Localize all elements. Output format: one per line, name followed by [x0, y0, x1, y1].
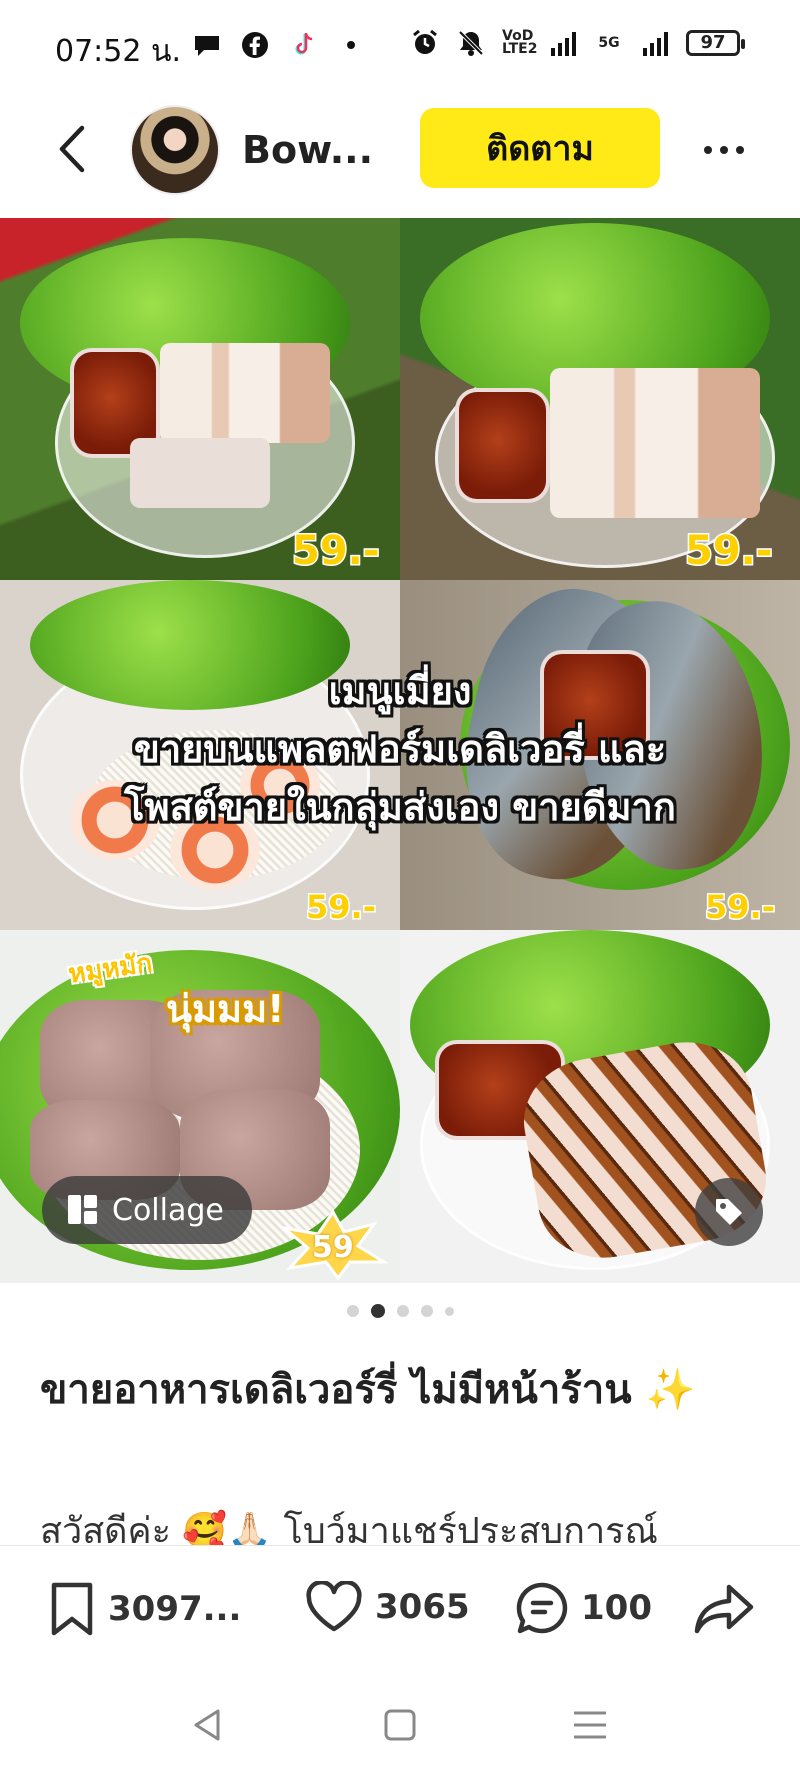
price-label: 59.-: [704, 887, 777, 928]
comment-icon: [516, 1582, 568, 1634]
save-button[interactable]: 3097...: [48, 1581, 241, 1637]
dot-icon: [347, 41, 355, 49]
sliced-pork: [550, 368, 760, 518]
heart-icon: [306, 1581, 362, 1632]
action-bar: 3097... 3065 100: [0, 1545, 800, 1675]
pagination-dot[interactable]: [396, 1305, 409, 1317]
carousel-pagination: [0, 1304, 800, 1318]
author-avatar[interactable]: [130, 105, 220, 195]
dipping-sauce: [455, 388, 550, 503]
share-icon: [694, 1584, 754, 1634]
nav-menu-icon[interactable]: [570, 1705, 610, 1745]
more-dot: [720, 146, 728, 154]
sliced-pork: [160, 343, 330, 443]
facebook-icon: [242, 32, 268, 58]
more-dot: [736, 146, 744, 154]
comment-button[interactable]: 100: [515, 1581, 652, 1635]
sticker-text-big: นุ่มมม!: [166, 987, 285, 1031]
author-name[interactable]: Bow...: [242, 128, 373, 172]
overlay-line: โพสต์ขายในกลุ่มส่งเอง ขายดีมาก: [124, 785, 676, 829]
like-count: 3065: [375, 1587, 470, 1627]
status-left-icons: [192, 30, 366, 60]
battery-icon: 97: [686, 30, 745, 56]
system-nav-bar: [0, 1675, 800, 1778]
star-price-badge: 59: [278, 1209, 390, 1281]
image-overlay-caption: เมนูเมี่ยง ขายบนแพลตฟอร์มเดลิเวอรี่ และ …: [0, 662, 800, 836]
pagination-dot[interactable]: [346, 1305, 359, 1317]
star-price-text: 59: [312, 1230, 354, 1265]
collage-label: Collage: [112, 1192, 224, 1228]
pagination-dot[interactable]: [444, 1306, 454, 1316]
overlay-line: ขายบนแพลตฟอร์มเดลิเวอรี่ และ: [133, 727, 667, 771]
chat-bubble-icon: [195, 36, 219, 56]
tiktok-icon: [295, 33, 313, 55]
status-right-icons: VoD LTE2 5G 97: [410, 28, 745, 58]
bookmark-icon: [51, 1582, 93, 1636]
signal-5g-icon: [643, 32, 668, 56]
food-photo-pork-1: [0, 218, 400, 580]
post-title: ขายอาหารเดลิเวอร์รี่ ไม่มีหน้าร้าน ✨: [40, 1367, 696, 1413]
share-button[interactable]: [693, 1581, 755, 1635]
more-options-button[interactable]: [704, 130, 750, 170]
collage-chip[interactable]: Collage: [42, 1176, 252, 1244]
post-body[interactable]: สวัสดีค่ะ 🥰🙏🏻 โบว์มาแชร์ประสบการณ์: [40, 1502, 780, 1546]
post-header: Bow... ติดตาม: [0, 100, 800, 200]
save-count: 3097...: [108, 1589, 242, 1629]
like-button[interactable]: 3065: [305, 1581, 470, 1633]
follow-button[interactable]: ติดตาม: [420, 108, 660, 188]
status-time: 07:52 น.: [55, 34, 182, 69]
comment-count: 100: [581, 1588, 652, 1628]
volte-label: VoD LTE2: [502, 28, 538, 57]
nav-back-icon[interactable]: [188, 1705, 228, 1745]
signal-icon: [551, 32, 576, 56]
more-dot: [704, 146, 712, 154]
status-bar: 07:52 น. VoD LTE2 5G 97: [0, 0, 800, 92]
price-label: 59.-: [305, 887, 378, 928]
collage-icon: [68, 1195, 98, 1225]
food-photo-pork-2: [400, 218, 800, 580]
mute-icon: [458, 30, 484, 56]
tag-icon: [716, 1199, 742, 1225]
overlay-line: เมนูเมี่ยง: [328, 669, 472, 713]
sliced-pork: [130, 438, 270, 508]
tag-button[interactable]: [695, 1178, 763, 1246]
price-label: 59.-: [683, 527, 773, 576]
price-label: 59.-: [290, 527, 380, 576]
nav-home-icon[interactable]: [380, 1705, 420, 1745]
back-button[interactable]: [50, 122, 94, 176]
post-image-carousel[interactable]: 59.- 59.- 59.- 59.- เมนูเมี่ยง ขายบนแพลต…: [0, 218, 800, 1283]
alarm-icon: [413, 29, 437, 54]
pagination-dot-active[interactable]: [370, 1304, 385, 1318]
pagination-dot[interactable]: [420, 1305, 433, 1317]
5g-label: 5G: [598, 34, 620, 51]
